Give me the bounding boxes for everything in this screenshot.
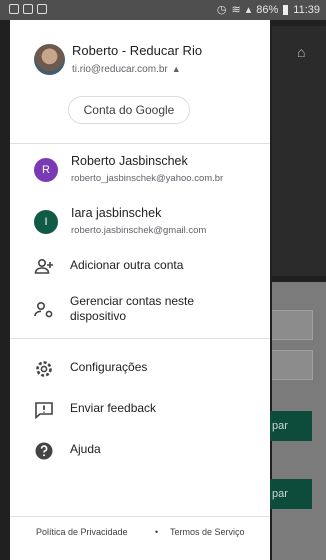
manage-accounts-label: Gerenciar contas neste dispositivo bbox=[70, 294, 195, 323]
chevron-up-icon[interactable]: ▲ bbox=[172, 64, 181, 74]
gear-icon bbox=[36, 361, 52, 377]
cell-signal-icon: ▴ bbox=[245, 4, 252, 16]
account-email: roberto.jasbinschek@gmail.com bbox=[71, 225, 207, 236]
notification-icon bbox=[37, 4, 47, 14]
primary-account-email-row[interactable]: ti.rio@reducar.com.br ▲ bbox=[72, 64, 181, 75]
primary-account-email: ti.rio@reducar.com.br bbox=[72, 64, 168, 75]
background-input-field bbox=[272, 310, 313, 340]
clock: 11:39 bbox=[293, 3, 320, 16]
avatar bbox=[34, 44, 65, 75]
alarm-icon: ◷ bbox=[216, 4, 227, 16]
help-label: Ajuda bbox=[70, 442, 101, 456]
footer-separator: • bbox=[155, 527, 159, 537]
background-input-field bbox=[272, 350, 313, 380]
feedback-icon bbox=[35, 402, 53, 420]
divider bbox=[10, 516, 270, 517]
notification-icon bbox=[9, 4, 19, 14]
primary-account-header[interactable]: Roberto - Reducar Rio ti.rio@reducar.com… bbox=[10, 20, 270, 142]
settings-item[interactable]: Configurações bbox=[10, 353, 270, 385]
account-avatar: R bbox=[34, 158, 58, 182]
account-item[interactable]: R Roberto Jasbinschek roberto_jasbinsche… bbox=[10, 154, 270, 198]
settings-label: Configurações bbox=[70, 360, 148, 374]
status-bar: ◷ ≋ ▴ 86% 11:39 bbox=[0, 0, 326, 20]
account-avatar: I bbox=[34, 210, 58, 234]
background-button: par bbox=[268, 411, 312, 441]
wifi-icon: ⌂ bbox=[297, 44, 306, 60]
account-name: Iara jasbinschek bbox=[71, 206, 162, 220]
notification-icons bbox=[9, 4, 47, 14]
battery-icon bbox=[283, 4, 289, 15]
feedback-item[interactable]: Enviar feedback bbox=[10, 394, 270, 426]
wifi-signal-icon: ≋ bbox=[231, 4, 241, 16]
terms-of-service-link[interactable]: Termos de Serviço bbox=[170, 527, 245, 537]
manage-accounts-item[interactable]: Gerenciar contas neste dispositivo bbox=[10, 290, 270, 332]
add-account-item[interactable]: Adicionar outra conta bbox=[10, 251, 270, 283]
account-switcher-drawer: Roberto - Reducar Rio ti.rio@reducar.com… bbox=[10, 20, 270, 560]
account-email: roberto_jasbinschek@yahoo.com.br bbox=[71, 173, 224, 184]
add-account-label: Adicionar outra conta bbox=[70, 258, 184, 272]
add-person-icon bbox=[34, 259, 53, 274]
help-item[interactable]: Ajuda bbox=[10, 435, 270, 467]
notification-icon bbox=[23, 4, 33, 14]
background-app-header bbox=[272, 26, 326, 276]
feedback-label: Enviar feedback bbox=[70, 401, 157, 415]
account-item[interactable]: I Iara jasbinschek roberto.jasbinschek@g… bbox=[10, 206, 270, 250]
primary-account-name: Roberto - Reducar Rio bbox=[72, 43, 203, 58]
manage-accounts-icon bbox=[34, 302, 53, 318]
help-icon bbox=[35, 442, 53, 460]
google-account-button[interactable]: Conta do Google bbox=[68, 96, 190, 124]
privacy-policy-link[interactable]: Política de Privacidade bbox=[36, 527, 128, 537]
background-button: par bbox=[268, 479, 312, 509]
divider bbox=[10, 143, 270, 144]
account-name: Roberto Jasbinschek bbox=[71, 154, 188, 168]
battery-level: 86% bbox=[256, 3, 279, 16]
divider bbox=[10, 338, 270, 339]
